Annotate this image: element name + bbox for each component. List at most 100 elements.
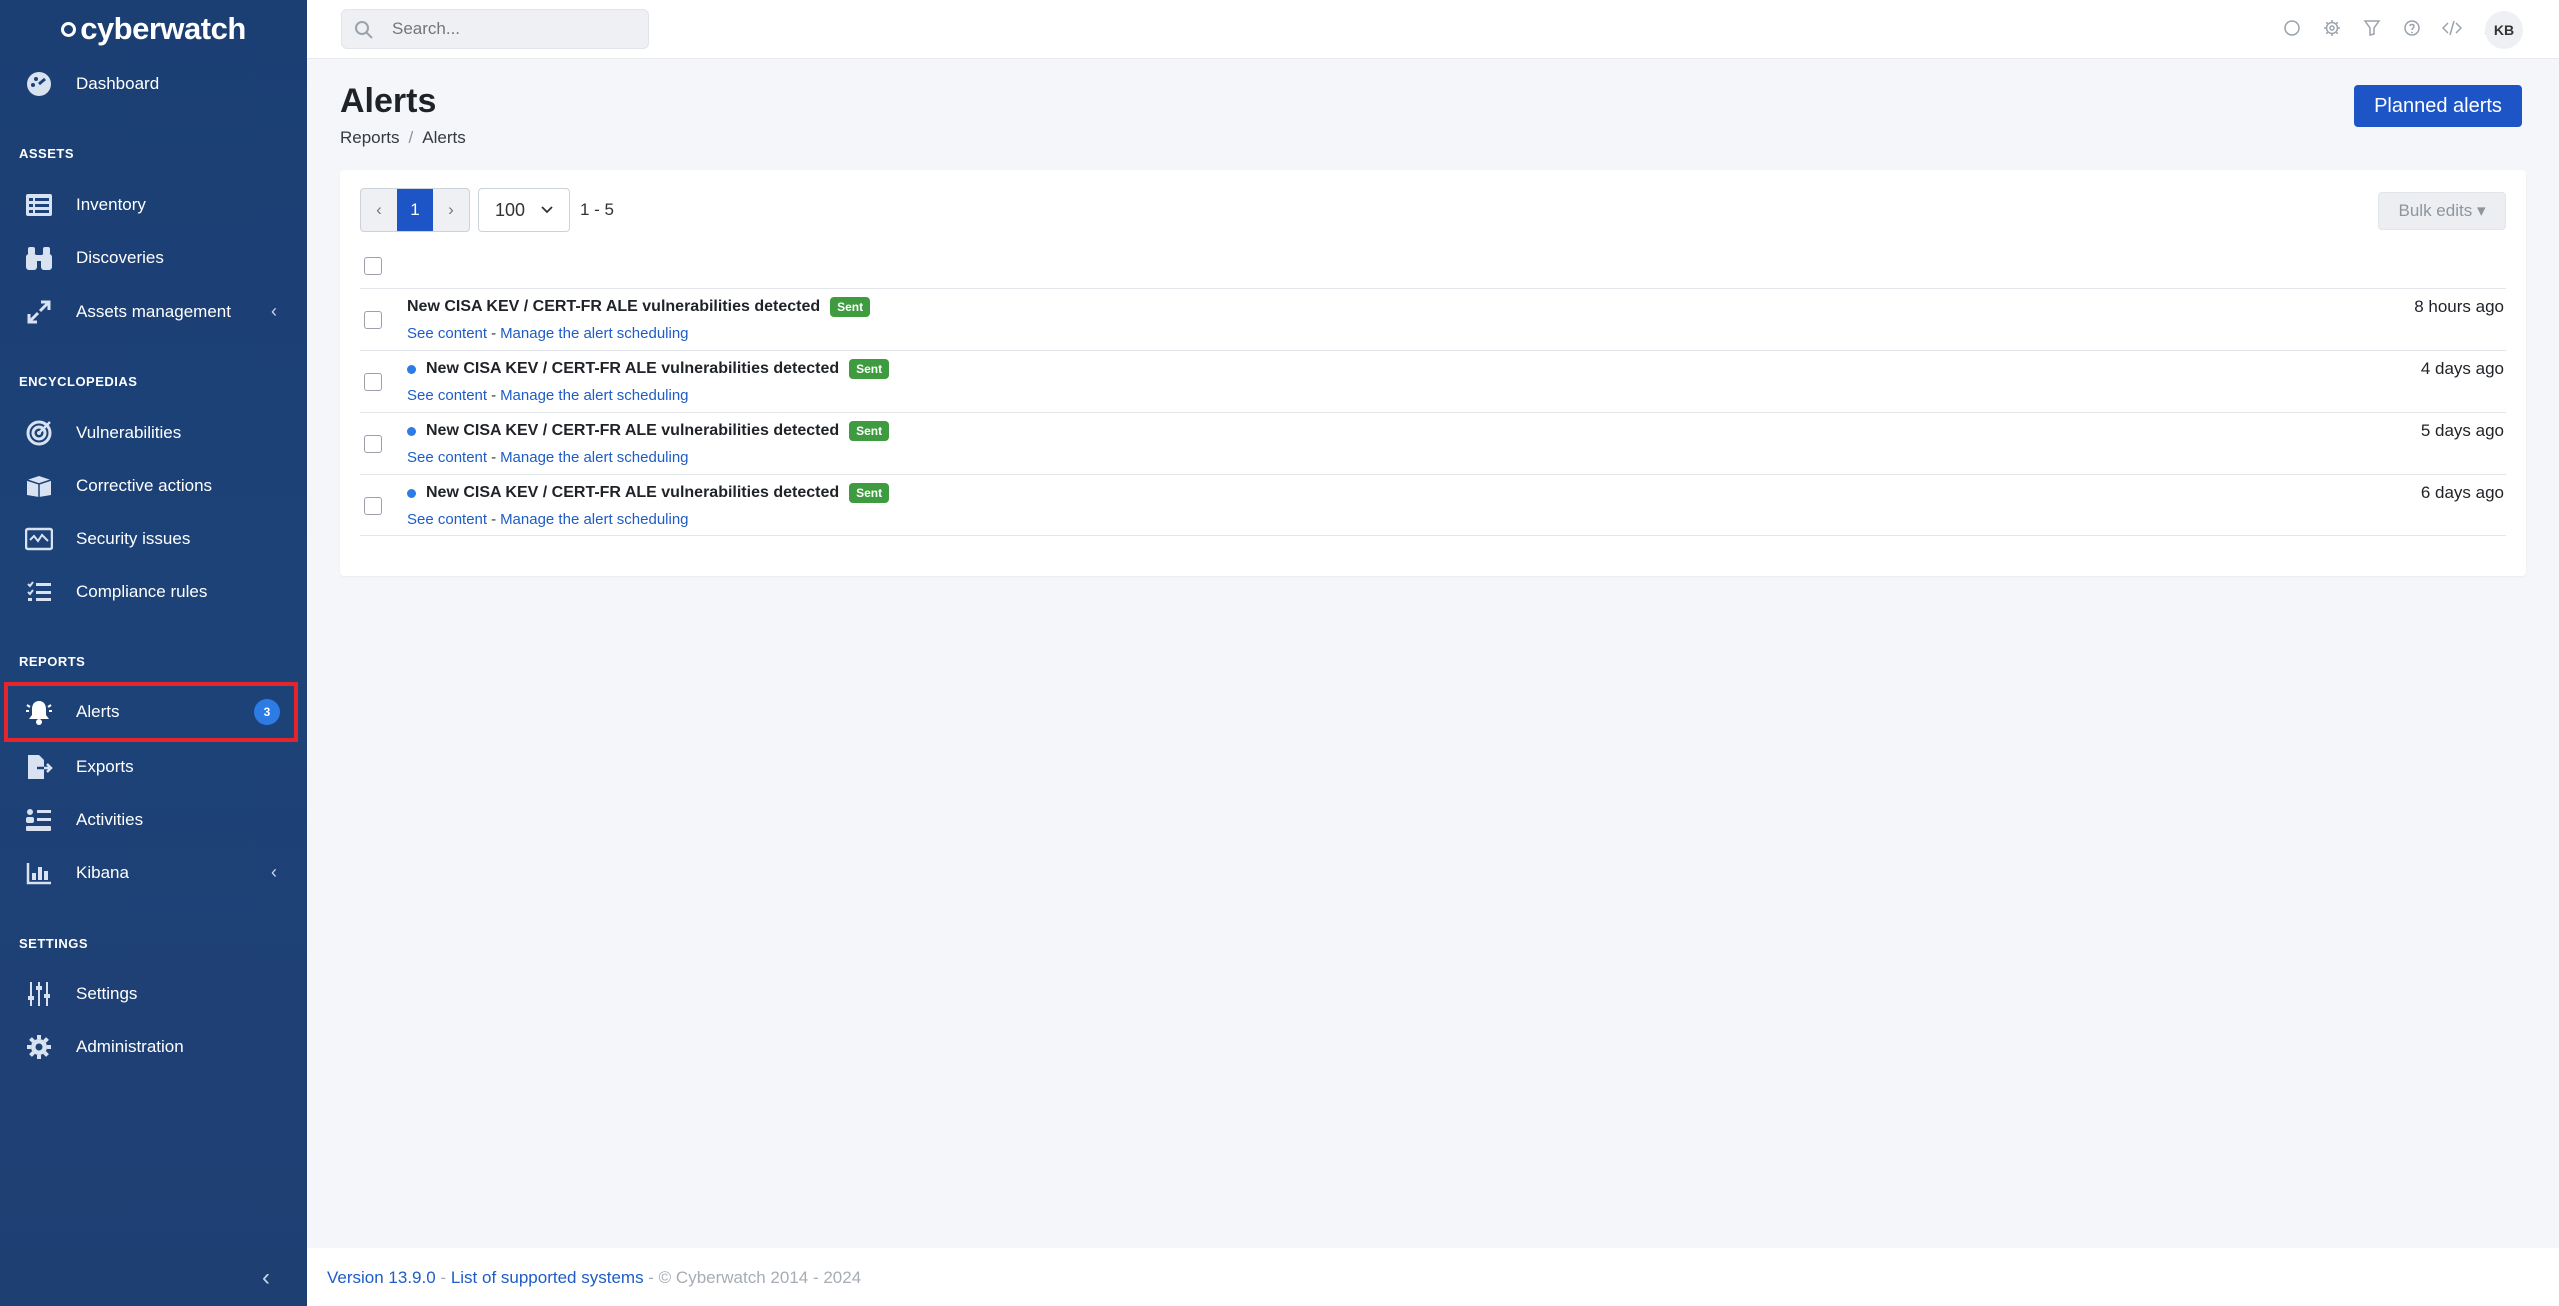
status-badge: Sent: [830, 297, 871, 317]
status-badge: Sent: [849, 359, 890, 379]
row-checkbox[interactable]: [364, 497, 382, 515]
sidebar-item-assets-management[interactable]: Assets management ‹: [0, 285, 307, 338]
alert-title-line: New CISA KEV / CERT-FR ALE vulnerabiliti…: [407, 421, 890, 441]
sidebar-item-activities[interactable]: Activities: [0, 793, 307, 846]
sidebar-item-security-issues[interactable]: Security issues: [0, 512, 307, 565]
result-range: 1 - 5: [580, 200, 615, 219]
see-content-link[interactable]: See content: [407, 449, 487, 466]
alerts-count-badge: 3: [254, 699, 280, 725]
version-link[interactable]: Version 13.9.0: [327, 1268, 436, 1287]
chevron-left-icon: ‹: [271, 862, 277, 882]
alert-row: New CISA KEV / CERT-FR ALE vulnerabiliti…: [360, 412, 2506, 474]
sidebar-item-label: Kibana: [76, 862, 129, 882]
sidebar-item-label: Corrective actions: [76, 475, 213, 495]
sidebar-item-label: Discoveries: [76, 247, 164, 267]
see-content-link[interactable]: See content: [407, 387, 487, 404]
alert-title: New CISA KEV / CERT-FR ALE vulnerabiliti…: [407, 298, 821, 315]
sidebar-item-corrective-actions[interactable]: Corrective actions: [0, 459, 307, 512]
row-checkbox[interactable]: [364, 373, 382, 391]
sidebar-collapse-icon[interactable]: ‹: [262, 1264, 270, 1292]
sidebar-item-alerts[interactable]: Alerts 3: [4, 682, 298, 742]
per-page-select[interactable]: 100: [478, 188, 570, 232]
sidebar-item-label: Alerts: [76, 702, 120, 721]
monitor-icon: [24, 524, 54, 554]
help-icon[interactable]: [2400, 16, 2424, 40]
sidebar-item-administration[interactable]: Administration: [0, 1020, 307, 1073]
sidebar-item-kibana[interactable]: Kibana ‹: [0, 846, 307, 899]
sidebar-item-inventory[interactable]: Inventory: [0, 178, 307, 231]
chevron-left-icon: ‹: [271, 301, 277, 321]
chevron-down-icon: [539, 201, 555, 222]
logo-ring-icon: [61, 22, 77, 37]
see-content-link[interactable]: See content: [407, 325, 487, 342]
logo-text: cyberwatch: [80, 10, 246, 46]
manage-scheduling-link[interactable]: Manage the alert scheduling: [500, 387, 688, 404]
search-input[interactable]: [392, 19, 632, 39]
top-icons: [2280, 16, 2504, 40]
alert-title: New CISA KEV / CERT-FR ALE vulnerabiliti…: [426, 484, 840, 501]
expand-arrows-icon: [24, 297, 54, 327]
copyright: - © Cyberwatch 2014 - 2024: [643, 1268, 862, 1287]
planned-alerts-button[interactable]: Planned alerts: [2354, 85, 2522, 127]
status-badge: Sent: [849, 483, 890, 503]
row-checkbox[interactable]: [364, 311, 382, 329]
alert-links: See content - Manage the alert scheduling: [407, 449, 689, 466]
prev-page-button[interactable]: ‹: [361, 189, 397, 231]
gear-icon[interactable]: [2320, 16, 2344, 40]
breadcrumb-item-reports[interactable]: Reports: [340, 128, 400, 147]
target-icon: [24, 418, 54, 448]
unread-dot-icon: [407, 426, 416, 436]
sidebar-item-dashboard[interactable]: Dashboard: [0, 57, 307, 110]
topbar: KB: [307, 0, 2559, 59]
sidebar-item-label: Settings: [76, 983, 138, 1003]
bulk-edits-button[interactable]: Bulk edits ▾: [2378, 192, 2506, 230]
sidebar-item-compliance-rules[interactable]: Compliance rules: [0, 565, 307, 618]
sidebar-item-label: Exports: [76, 756, 134, 776]
next-page-button[interactable]: ›: [433, 189, 469, 231]
supported-systems-link[interactable]: List of supported systems: [451, 1268, 644, 1287]
unread-dot-icon: [407, 364, 416, 374]
sidebar-item-label: Administration: [76, 1036, 184, 1056]
sidebar-item-label: Activities: [76, 809, 144, 829]
footer: Version 13.9.0 - List of supported syste…: [307, 1248, 2559, 1306]
binoculars-icon: [24, 243, 54, 273]
alert-row: New CISA KEV / CERT-FR ALE vulnerabiliti…: [360, 350, 2506, 412]
sidebar: cyberwatch Dashboard ASSETS Inventory Di…: [0, 0, 307, 1306]
link-separator: -: [491, 325, 497, 342]
sidebar-item-discoveries[interactable]: Discoveries: [0, 231, 307, 284]
row-checkbox[interactable]: [364, 435, 382, 453]
link-separator: -: [491, 511, 497, 528]
manage-scheduling-link[interactable]: Manage the alert scheduling: [500, 511, 688, 528]
alert-title: New CISA KEV / CERT-FR ALE vulnerabiliti…: [426, 422, 840, 439]
checklist-icon: [24, 577, 54, 607]
logo[interactable]: cyberwatch: [0, 0, 307, 57]
code-icon[interactable]: [2440, 16, 2464, 40]
sidebar-item-settings[interactable]: Settings: [0, 967, 307, 1020]
alert-title-line: New CISA KEV / CERT-FR ALE vulnerabiliti…: [407, 483, 890, 503]
box-icon: [24, 471, 54, 501]
bar-chart-icon: [24, 858, 54, 888]
per-page-value: 100: [495, 199, 526, 220]
alert-title: New CISA KEV / CERT-FR ALE vulnerabiliti…: [426, 360, 840, 377]
sidebar-item-exports[interactable]: Exports: [0, 740, 307, 793]
user-list-icon: [24, 805, 54, 835]
select-all-checkbox[interactable]: [364, 257, 382, 275]
sidebar-item-vulnerabilities[interactable]: Vulnerabilities: [0, 406, 307, 459]
alert-links: See content - Manage the alert scheduling: [407, 325, 689, 342]
status-circle-icon[interactable]: [2280, 16, 2304, 40]
search-box[interactable]: [341, 9, 649, 49]
sidebar-item-label: Security issues: [76, 528, 191, 548]
alert-time: 5 days ago: [2420, 421, 2504, 440]
section-title-reports: REPORTS: [19, 654, 86, 669]
page-1-button[interactable]: 1: [397, 189, 433, 231]
sliders-icon: [24, 979, 54, 1009]
gear-icon: [24, 1032, 54, 1062]
avatar[interactable]: KB: [2485, 11, 2523, 49]
search-icon: [354, 20, 374, 45]
alert-title-line: New CISA KEV / CERT-FR ALE vulnerabiliti…: [407, 297, 871, 317]
manage-scheduling-link[interactable]: Manage the alert scheduling: [500, 449, 688, 466]
filter-icon[interactable]: [2360, 16, 2384, 40]
breadcrumb-separator: /: [408, 128, 414, 147]
see-content-link[interactable]: See content: [407, 511, 487, 528]
manage-scheduling-link[interactable]: Manage the alert scheduling: [500, 325, 688, 342]
